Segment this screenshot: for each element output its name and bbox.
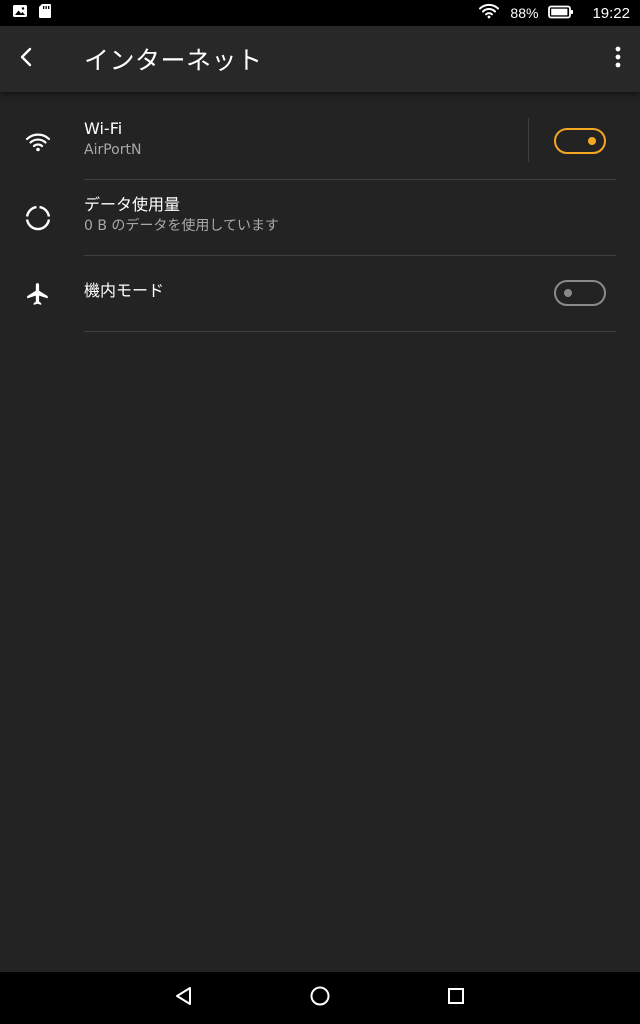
clock: 19:22 bbox=[592, 4, 630, 22]
airplane-mode-title: 機内モード bbox=[84, 281, 165, 300]
status-left bbox=[12, 3, 52, 23]
image-notification-icon bbox=[12, 3, 28, 23]
toggle-knob bbox=[564, 289, 572, 297]
settings-list: Wi-Fi AirPortN データ使用量 0 B のデータを使用しています 機… bbox=[0, 104, 640, 332]
nav-home-icon bbox=[309, 985, 331, 1011]
list-item-data-usage[interactable]: データ使用量 0 B のデータを使用しています bbox=[0, 180, 640, 256]
data-usage-text: データ使用量 0 B のデータを使用しています bbox=[84, 194, 279, 236]
list-item-wifi[interactable]: Wi-Fi AirPortN bbox=[0, 104, 640, 180]
nav-recents-button[interactable] bbox=[440, 982, 472, 1014]
page-title: インターネット bbox=[84, 46, 263, 75]
data-usage-summary: 0 B のデータを使用しています bbox=[84, 218, 279, 234]
overflow-menu-icon bbox=[615, 46, 621, 72]
battery-icon bbox=[548, 4, 574, 23]
back-button[interactable] bbox=[10, 43, 42, 75]
app-bar: インターネット bbox=[0, 26, 640, 92]
navigation-bar bbox=[0, 972, 640, 1024]
data-usage-title: データ使用量 bbox=[84, 195, 181, 214]
airplane-mode-toggle[interactable] bbox=[554, 280, 606, 306]
data-usage-icon bbox=[22, 202, 54, 234]
back-arrow-icon bbox=[16, 46, 36, 72]
airplane-icon bbox=[22, 278, 54, 310]
status-bar: 88% 19:22 bbox=[0, 0, 640, 26]
divider bbox=[84, 331, 616, 332]
list-item-airplane-mode[interactable]: 機内モード bbox=[0, 256, 640, 332]
nav-back-icon bbox=[173, 985, 195, 1011]
airplane-mode-text: 機内モード bbox=[84, 280, 164, 302]
toggle-knob bbox=[588, 137, 596, 145]
overflow-menu-button[interactable] bbox=[604, 43, 632, 75]
battery-percent: 88% bbox=[510, 5, 539, 21]
nav-home-button[interactable] bbox=[304, 982, 336, 1014]
wifi-title: Wi-Fi bbox=[84, 119, 123, 138]
wifi-icon bbox=[22, 126, 54, 158]
status-right: 88% 19:22 bbox=[478, 3, 630, 23]
nav-recents-icon bbox=[445, 985, 467, 1011]
wifi-signal-icon bbox=[478, 3, 500, 23]
nav-back-button[interactable] bbox=[168, 982, 200, 1014]
wifi-network-name: AirPortN bbox=[84, 142, 142, 158]
wifi-toggle[interactable] bbox=[554, 128, 606, 154]
vertical-divider bbox=[528, 118, 529, 162]
wifi-text: Wi-Fi AirPortN bbox=[84, 118, 141, 160]
sd-card-icon bbox=[38, 3, 52, 23]
